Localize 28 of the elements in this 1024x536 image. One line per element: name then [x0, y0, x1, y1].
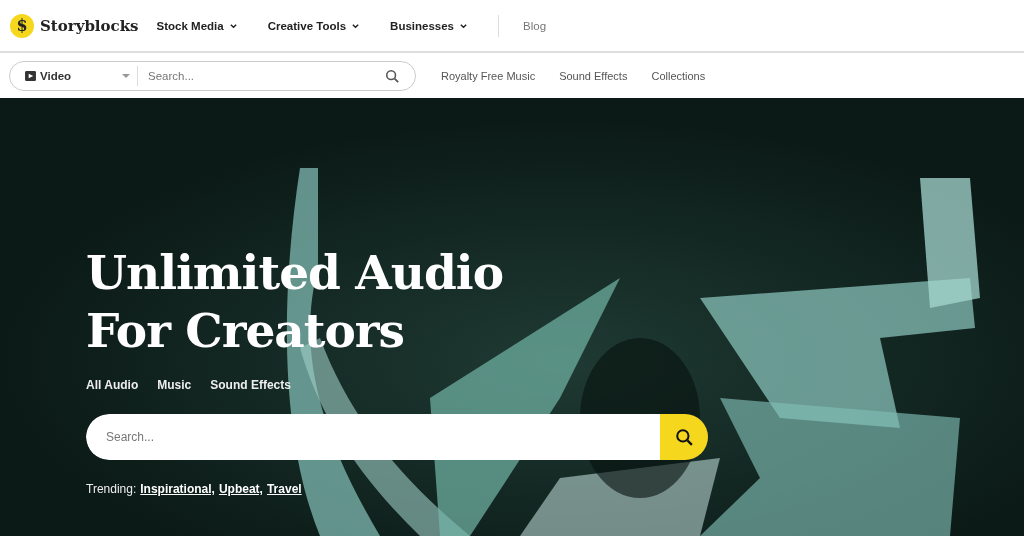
caret-icon: [122, 73, 130, 78]
hero-title: Unlimited Audio: [86, 244, 504, 302]
nav-link[interactable]: Businesses: [390, 19, 468, 32]
nav-link[interactable]: Blog: [523, 19, 547, 32]
search-icon: [675, 428, 693, 446]
search-field[interactable]: Search...: [86, 414, 660, 460]
nav-link[interactable]: Sound Effects: [559, 69, 628, 82]
search-button[interactable]: [660, 414, 708, 460]
caret-icon: [351, 21, 361, 30]
audio-tab[interactable]: Sound Effects: [210, 378, 291, 392]
trending-link[interactable]: Upbeat,: [218, 482, 263, 496]
trending-link[interactable]: Travel: [266, 482, 302, 496]
search-icon: [385, 68, 399, 83]
caret-icon: [228, 21, 238, 30]
hero-title: For Creators: [86, 302, 406, 360]
nav-link[interactable]: Collections: [651, 69, 706, 82]
logo-badge[interactable]: $: [10, 13, 34, 38]
audio-tab[interactable]: All Audio: [86, 378, 139, 392]
trending-link[interactable]: Inspirational,: [140, 482, 215, 496]
nav-link[interactable]: Stock Media: [156, 19, 238, 32]
nav-link[interactable]: Royalty Free Music: [441, 69, 536, 82]
trending-label: Trending:: [86, 482, 137, 496]
nav-link[interactable]: Creative Tools: [267, 19, 361, 32]
caret-icon: [459, 21, 468, 30]
audio-tab[interactable]: Music: [157, 378, 192, 392]
brand-name[interactable]: Storyblocks: [40, 16, 139, 35]
video-icon: [25, 70, 36, 81]
media-type-dropdown[interactable]: Video: [10, 65, 138, 86]
